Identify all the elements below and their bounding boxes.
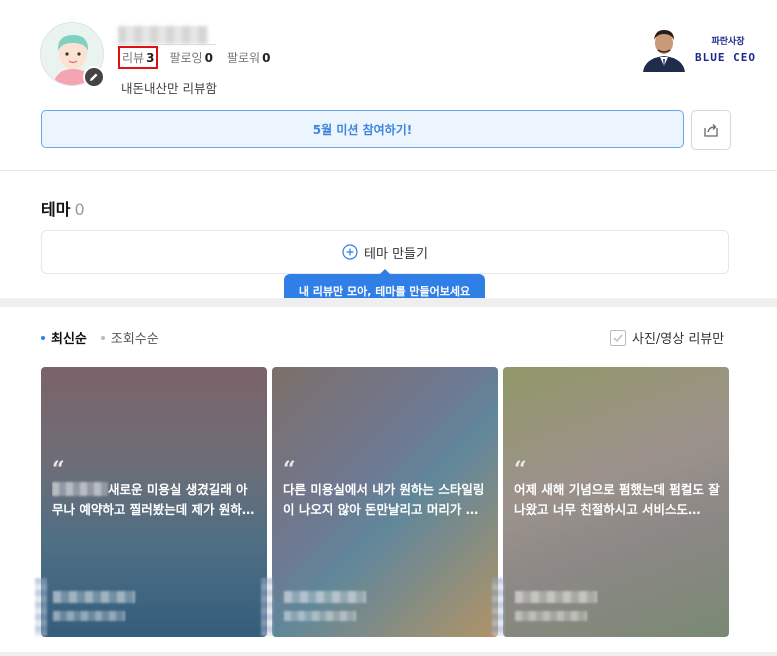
stat-following-label: 팔로잉 xyxy=(169,51,203,65)
stat-following-value: 0 xyxy=(204,51,213,65)
profile-bio: 내돈내산만 리뷰함 xyxy=(121,81,217,96)
blurred-text xyxy=(52,482,108,496)
theme-heading: 테마 0 xyxy=(41,196,85,220)
review-card[interactable]: “ 다른 미용실에서 내가 원하는 스타일링이 나오지 않아 돈만날리고 머리가… xyxy=(272,367,498,637)
sort-latest-label: 최신순 xyxy=(51,332,87,347)
username-blurred xyxy=(118,26,208,44)
quote-icon: “ xyxy=(514,457,527,483)
create-theme-button[interactable]: 테마 만들기 xyxy=(41,230,729,274)
mission-button[interactable]: 5월 미션 참여하기! xyxy=(41,110,684,148)
stat-followers-label: 팔로워 xyxy=(226,51,261,65)
share-icon xyxy=(704,124,718,137)
stat-following[interactable]: 팔로잉 0 xyxy=(169,49,212,66)
theme-count: 0 xyxy=(74,200,85,219)
reviewer-blurred xyxy=(515,591,597,603)
blurred-edge xyxy=(35,578,47,636)
active-dot-icon xyxy=(41,335,45,340)
review-snippet: 새로운 미용실 생겼길래 아무나 예약하고 찔러봤는데 제가 원하… xyxy=(52,480,258,520)
reviewer-blurred xyxy=(284,591,366,603)
username-underline xyxy=(118,44,216,45)
theme-title: 테마 xyxy=(41,200,71,219)
photo-filter-label: 사진/영상 리뷰만 xyxy=(632,332,725,347)
review-meta-blurred xyxy=(53,611,125,621)
stat-followers-value: 0 xyxy=(262,51,271,65)
dot-icon xyxy=(100,335,105,340)
sort-views-label: 조회수순 xyxy=(110,332,159,347)
check-icon xyxy=(613,334,623,342)
review-meta-blurred xyxy=(515,611,587,621)
stat-reviews[interactable]: 리뷰 3 xyxy=(117,46,159,69)
plus-circle-icon xyxy=(342,244,358,260)
profile-section: 리뷰 3 팔로잉 0 팔로워 0 내돈내산만 리뷰함 파란사장 BLUE CEO 5월… xyxy=(0,0,777,170)
sort-options: 최신순 조회수순 xyxy=(41,328,159,347)
reviewer-blurred xyxy=(53,591,135,603)
review-card[interactable]: “ 어제 새해 기념으로 펌했는데 펌컬도 잘나왔고 너무 친절하시고 서비스도… xyxy=(503,367,729,637)
pencil-icon xyxy=(90,73,98,81)
section-divider xyxy=(0,170,777,171)
review-snippet: 어제 새해 기념으로 펌했는데 펌컬도 잘나왔고 너무 친절하시고 서비스도… xyxy=(514,482,720,517)
bottom-divider xyxy=(0,652,777,656)
sort-latest[interactable]: 최신순 xyxy=(41,328,87,347)
review-meta-blurred xyxy=(284,611,356,621)
blurred-edge xyxy=(261,578,273,636)
quote-icon: “ xyxy=(283,457,296,483)
create-theme-label: 테마 만들기 xyxy=(364,246,428,262)
sort-views[interactable]: 조회수순 xyxy=(100,328,159,347)
photo-video-filter[interactable]: 사진/영상 리뷰만 xyxy=(610,328,724,347)
stat-followers[interactable]: 팔로워 0 xyxy=(227,49,270,66)
quote-icon: “ xyxy=(52,457,65,483)
stat-reviews-label: 리뷰 xyxy=(122,51,145,65)
brand-logo: 파란사장 BLUE CEO xyxy=(639,26,763,72)
stat-reviews-value: 3 xyxy=(146,51,155,65)
section-divider-thick xyxy=(0,298,777,307)
edit-avatar-button[interactable] xyxy=(83,66,105,88)
review-snippet: 다른 미용실에서 내가 원하는 스타일링이 나오지 않아 돈만날리고 머리가 … xyxy=(283,482,485,517)
photo-filter-checkbox[interactable] xyxy=(610,329,626,346)
share-button[interactable] xyxy=(691,110,731,150)
brand-name-korean: 파란사장 xyxy=(711,37,745,47)
brand-portrait-icon xyxy=(639,26,689,72)
blurred-edge xyxy=(492,578,504,636)
review-card[interactable]: “ 새로운 미용실 생겼길래 아무나 예약하고 찔러봤는데 제가 원하… xyxy=(41,367,267,637)
brand-name-english: BLUE CEO xyxy=(695,51,756,64)
profile-stats: 리뷰 3 팔로잉 0 팔로워 0 xyxy=(117,46,270,69)
